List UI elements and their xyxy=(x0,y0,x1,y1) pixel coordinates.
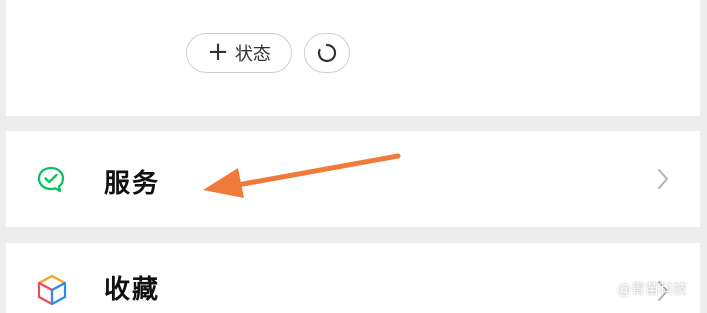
refresh-icon xyxy=(317,43,337,63)
refresh-status-button[interactable] xyxy=(304,33,350,73)
status-button-label: 状态 xyxy=(234,44,271,65)
menu-item-service[interactable]: 服务 xyxy=(6,131,700,227)
add-status-button[interactable]: + 状态 xyxy=(186,33,292,73)
service-check-bubble-icon xyxy=(37,166,65,193)
menu-item-label: 服务 xyxy=(104,169,161,199)
menu-item-favorites[interactable]: 收藏 xyxy=(6,243,700,313)
plus-icon: + xyxy=(207,37,229,67)
favorites-cube-icon xyxy=(37,274,67,306)
menu-item-label: 收藏 xyxy=(104,275,161,305)
chevron-right-icon xyxy=(658,169,668,189)
watermark: @青苗科技 xyxy=(617,282,687,298)
profile-header-section: + 状态 xyxy=(6,0,700,116)
